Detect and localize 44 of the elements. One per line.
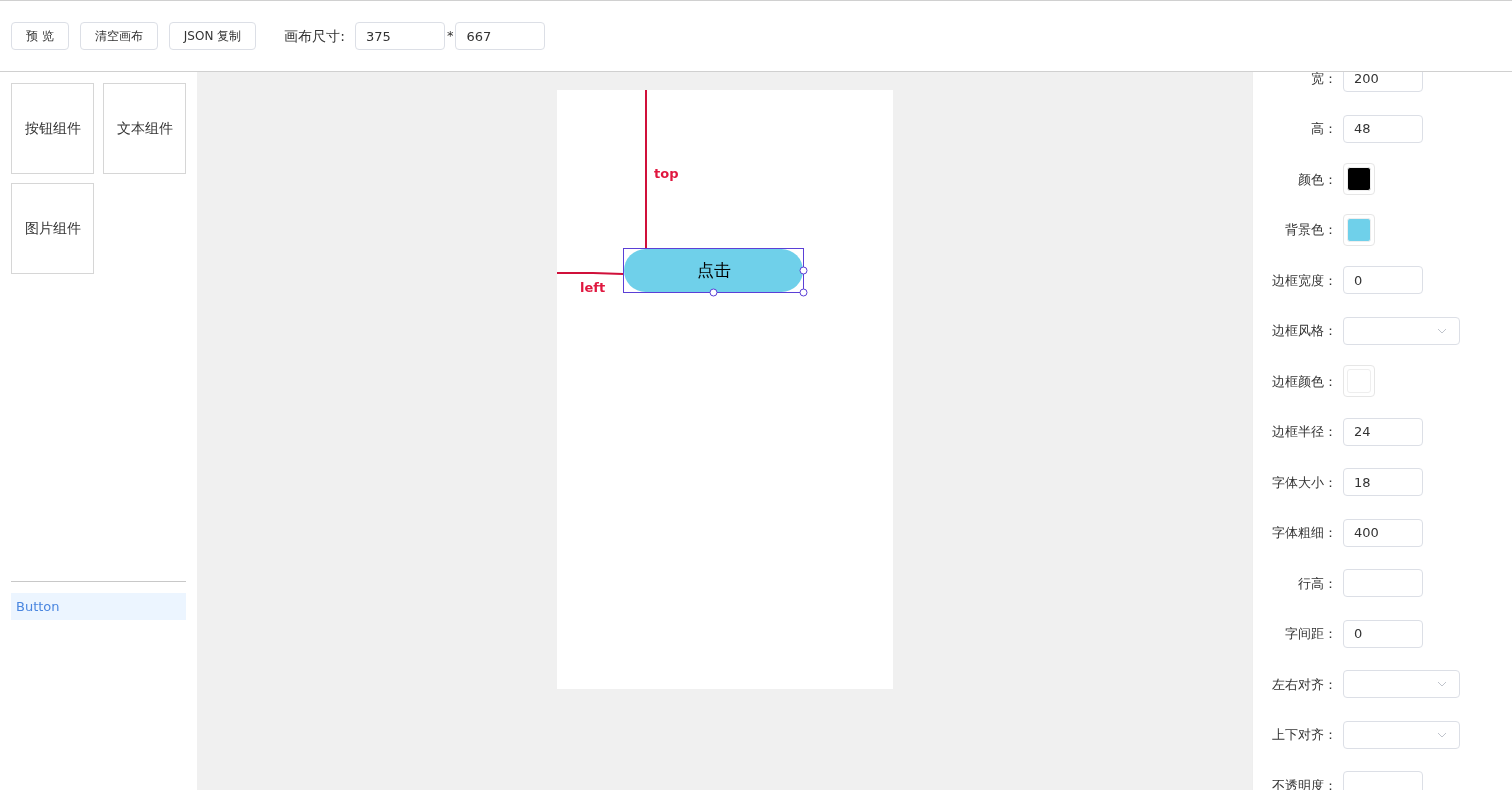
property-label: 背景色： xyxy=(1285,221,1337,239)
property-input[interactable]: 200 xyxy=(1343,72,1423,93)
property-label: 字体大小： xyxy=(1272,473,1337,492)
toolbar-button[interactable]: 清空画布 xyxy=(79,22,158,50)
component-card[interactable]: 按钮组件 xyxy=(11,83,94,174)
select-field[interactable] xyxy=(1343,670,1460,699)
toolbar-button[interactable]: 预 览 xyxy=(11,22,69,50)
property-input[interactable] xyxy=(1343,569,1423,598)
property-label: 行高： xyxy=(1298,574,1337,593)
property-label: 边框风格： xyxy=(1272,322,1337,340)
chevron-down-icon xyxy=(1437,681,1447,688)
chevron-down-icon xyxy=(1437,327,1447,334)
property-input[interactable]: 0 xyxy=(1343,266,1423,295)
canvas-size-label: 画布尺寸: xyxy=(284,26,345,46)
property-label: 边框宽度： xyxy=(1272,271,1337,290)
component-card[interactable]: 图片组件 xyxy=(11,183,94,274)
top-guide-label: top xyxy=(654,165,679,183)
canvas-width-input[interactable]: 375 xyxy=(354,22,445,50)
select-field[interactable] xyxy=(1343,720,1460,749)
toolbar-button[interactable]: JSON 复制 xyxy=(168,22,257,50)
property-input[interactable]: 18 xyxy=(1343,468,1423,497)
resize-handle-icon[interactable] xyxy=(799,288,808,297)
component-card[interactable]: 文本组件 xyxy=(103,83,186,174)
property-label: 颜色： xyxy=(1298,170,1337,189)
property-label: 字间距： xyxy=(1285,625,1337,643)
left-guide-line xyxy=(557,272,623,275)
left-guide-label: left xyxy=(580,279,606,297)
property-label: 宽： xyxy=(1311,72,1337,88)
property-label: 边框颜色： xyxy=(1272,372,1337,391)
resize-handle-icon[interactable] xyxy=(799,266,808,275)
property-input[interactable]: 48 xyxy=(1343,114,1423,143)
property-label: 字体粗细： xyxy=(1272,524,1337,542)
property-label: 高： xyxy=(1311,120,1337,138)
property-input[interactable]: 24 xyxy=(1343,417,1423,446)
select-field[interactable] xyxy=(1343,316,1460,345)
property-input[interactable]: 400 xyxy=(1343,518,1423,547)
property-input[interactable]: 0 xyxy=(1343,619,1423,648)
property-label: 上下对齐： xyxy=(1272,726,1337,744)
chevron-down-icon xyxy=(1437,731,1447,738)
property-label: 左右对齐： xyxy=(1272,675,1337,694)
canvas-height-input[interactable]: 667 xyxy=(455,22,546,50)
size-separator: * xyxy=(446,27,454,46)
property-label: 边框半径： xyxy=(1272,423,1337,441)
resize-handle-icon[interactable] xyxy=(709,288,718,297)
